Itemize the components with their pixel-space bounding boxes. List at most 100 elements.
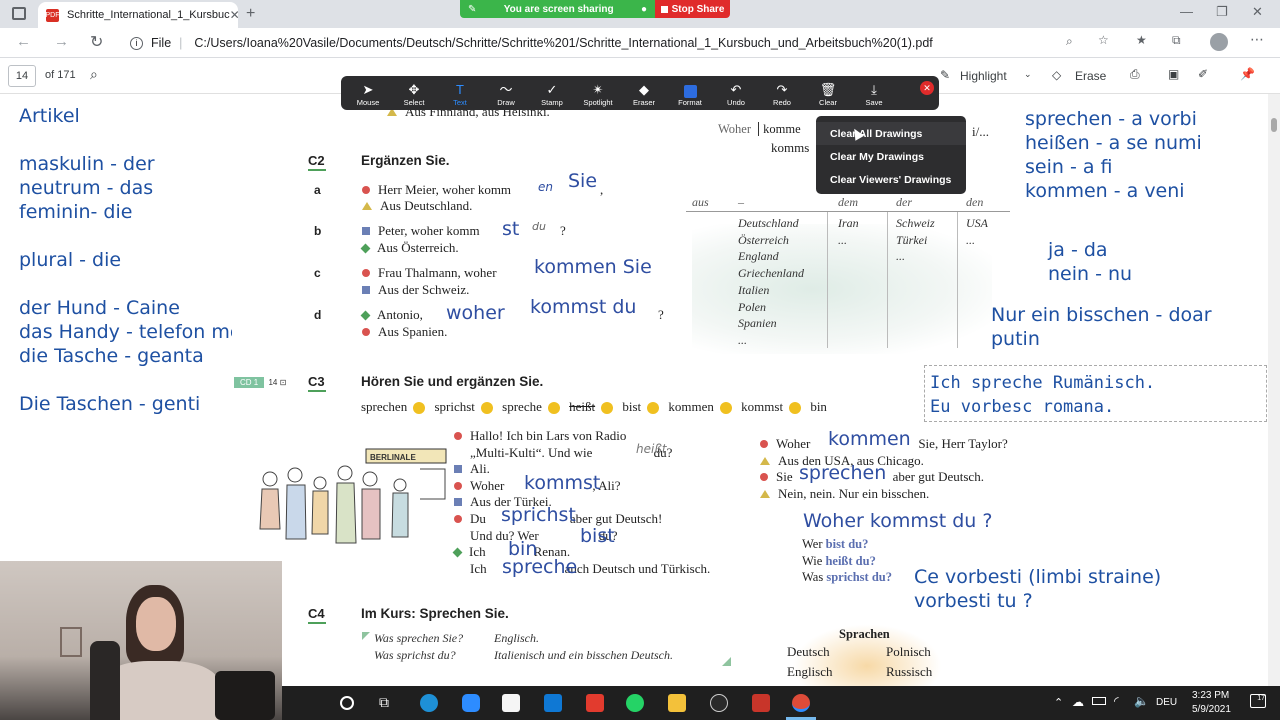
table-cell: Spanien [738,316,777,331]
task-view-icon[interactable]: ⧉ [379,694,389,711]
tool-eraser[interactable]: ◆ Eraser [621,82,667,107]
square-bullet-icon [362,286,370,294]
c2-a-hw1: en [538,180,553,194]
scrollbar[interactable] [1268,94,1280,686]
stop-share-button[interactable]: Stop Share [655,0,730,18]
chrome-icon[interactable] [792,694,810,712]
stop-share-label: Stop Share [671,3,725,15]
explorer-icon[interactable] [668,694,686,712]
page-number-input[interactable]: 14 [8,65,36,87]
square-bullet-icon [454,498,462,507]
find-icon[interactable]: ⌕ [90,66,98,83]
save-pdf-icon[interactable]: ▣ [1168,67,1179,81]
store-icon[interactable] [502,694,520,712]
c3-title: Hören Sie und ergänzen Sie. [361,374,544,389]
chair [90,641,120,720]
battery-icon[interactable] [1092,697,1106,705]
text-t-icon: T [456,82,464,97]
c2-number: C2 [308,153,325,168]
minimize-icon[interactable]: — [1180,4,1193,19]
close-annotation-icon[interactable]: ✕ [920,81,934,95]
profile-avatar[interactable] [1210,33,1228,51]
table-col1: Deutschland Österreich England Griechenl… [738,215,804,349]
favorites-icon[interactable]: ★ [1136,33,1147,47]
highlight-icon[interactable]: ✎ [940,68,950,82]
table-head-none: – [738,195,744,209]
note-handy: das Handy - telefon mobil [19,321,265,343]
collections-icon[interactable]: ⧉ [1172,33,1181,48]
red-bullet-icon [454,514,462,523]
back-icon[interactable]: ← [16,33,31,50]
erase-icon[interactable]: ◇ [1052,68,1061,82]
tool-clear[interactable]: 🗑 Clear [805,82,851,107]
pin-toolbar-icon[interactable]: 📌 [1240,67,1255,81]
language-indicator[interactable]: DEU [1156,697,1177,708]
scroll-thumb[interactable] [1271,118,1277,132]
steam-icon[interactable] [710,694,728,712]
tray-chevron-icon[interactable]: ⌃ [1054,696,1063,709]
note-kommen: kommen - a veni [1025,180,1185,202]
c2-b-hw2: du [532,220,546,233]
erase-label[interactable]: Erase [1075,69,1106,83]
add-favorite-icon[interactable]: ☆ [1098,33,1109,47]
tool-mouse[interactable]: ➤ Mouse [345,82,391,107]
table-col3: Schweiz Türkei ... [896,215,935,265]
network-icon[interactable]: ◜ [1114,694,1119,708]
clear-all-drawings[interactable]: Clear All Drawings [816,122,966,145]
tool-undo[interactable]: ↶ Undo [713,82,759,107]
c2-letter-b: b [314,224,322,238]
new-tab-icon[interactable]: + [246,5,255,23]
close-tab-icon[interactable]: ✕ [230,8,240,22]
c2-b-text: Peter, woher komm [378,223,480,238]
dr-text: Nein, nein. Nur ein bisschen. [778,485,930,501]
note-putin: putin [991,328,1040,350]
window-menu-icon[interactable] [12,7,26,20]
highlight-dropdown-icon[interactable]: ⌄ [1024,69,1032,80]
c3-underline [308,390,326,392]
tool-select[interactable]: ✥ Select [391,82,437,107]
tool-spotlight[interactable]: ✴ Spotlight [575,82,621,107]
tool-format[interactable]: Format [667,83,713,107]
browser-tab[interactable]: PDF Schritte_International_1_Kursbuc ✕ [38,2,240,28]
reload-icon[interactable]: ↻ [90,32,103,52]
paint-icon[interactable] [752,694,770,712]
note-ce-vorbesti: Ce vorbesti (limbi straine) [914,566,1162,588]
tool-stamp[interactable]: ✓ Stamp [529,82,575,107]
office-icon[interactable] [586,694,604,712]
notification-icon[interactable]: 17 [1250,694,1266,708]
clock-time[interactable]: 3:23 PM [1192,690,1229,701]
clear-viewers-drawings[interactable]: Clear Viewers' Drawings [816,168,966,191]
maximize-icon[interactable]: ❐ [1216,4,1228,20]
annotation-toolbar: ➤ Mouse ✥ Select T Text 〜 Draw ✓ Stamp ✴ Spotl… [341,76,939,110]
person-face [136,597,176,651]
c2-letter-d: d [314,308,322,322]
draw-icon[interactable]: ✐ [1198,67,1208,81]
clock-date[interactable]: 5/9/2021 [1192,704,1231,715]
close-window-icon[interactable]: ✕ [1252,4,1263,20]
tool-save[interactable]: ⤓ Save [851,82,897,107]
zoom-app-icon[interactable] [462,694,480,712]
url-field[interactable]: i File | C:/Users/Ioana%20Vasile/Documen… [130,32,1140,54]
clear-my-drawings[interactable]: Clear My Drawings [816,145,966,168]
forward-icon[interactable]: → [54,33,69,50]
whatsapp-icon[interactable] [626,694,644,712]
cortana-icon[interactable] [340,696,354,710]
tool-text[interactable]: T Text [437,82,483,107]
note-plural: plural - die [19,249,122,271]
c2-a-text: Herr Meier, woher komm [378,182,512,197]
tool-redo[interactable]: ↷ Redo [759,82,805,107]
url-separator: | [179,36,183,50]
volume-icon[interactable]: 🔈 [1134,694,1149,708]
mail-icon[interactable] [544,694,562,712]
tool-draw[interactable]: 〜 Draw [483,82,529,107]
c2-a-end: , [600,182,604,197]
highlight-label[interactable]: Highlight [960,69,1007,83]
annotation-text-box[interactable]: Ich spreche Rumänisch. Eu vorbesc romana… [924,365,1267,422]
onedrive-icon[interactable]: ☁ [1072,695,1084,709]
checkmark-icon: ✓ [546,82,558,97]
edge-icon[interactable] [420,694,438,712]
more-menu-icon[interactable]: ⋯ [1250,31,1264,48]
zoom-icon[interactable]: ⌕ [1066,34,1073,49]
print-icon[interactable]: ⎙ [1130,67,1140,82]
cd-badge: CD 1 14 ⊡ [234,377,286,388]
